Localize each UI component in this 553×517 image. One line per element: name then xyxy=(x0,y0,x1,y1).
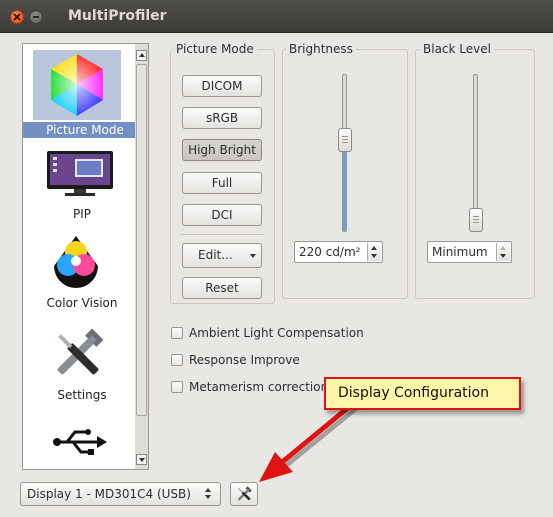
display-configuration-callout: Display Configuration xyxy=(324,377,521,410)
monitor-icon xyxy=(47,151,113,196)
response-improve-label: Response Improve xyxy=(189,353,300,367)
sidebar-item-label: PIP xyxy=(72,207,91,221)
edit-dropdown-button[interactable]: Edit... xyxy=(182,243,262,268)
ambient-light-label: Ambient Light Compensation xyxy=(189,326,364,340)
sidebar-item-picture-mode[interactable]: Picture Mode xyxy=(23,44,147,139)
brightness-spinbox[interactable]: 220 cd/m² xyxy=(294,241,383,263)
window-title: MultiProfiler xyxy=(68,8,167,24)
sidebar-item-label: Color Vision xyxy=(46,296,118,310)
color-hexagon-icon xyxy=(51,54,103,116)
brightness-slider-track[interactable] xyxy=(342,74,347,232)
sidebar-item-usb[interactable] xyxy=(23,412,141,462)
select-arrows-icon xyxy=(205,488,213,500)
sidebar-item-pip[interactable]: PIP xyxy=(23,144,141,224)
scroll-down-arrow-icon[interactable] xyxy=(136,454,147,465)
brightness-title: Brightness xyxy=(286,42,356,56)
sidebar-item-label: Settings xyxy=(57,388,107,402)
sidebar-item-color-vision[interactable]: Color Vision xyxy=(23,232,141,314)
display-select-value: Display 1 - MD301C4 (USB) xyxy=(27,487,191,501)
sidebar-item-settings[interactable]: Settings xyxy=(23,322,141,404)
group-separator xyxy=(180,234,264,235)
response-improve-checkbox[interactable] xyxy=(171,354,183,366)
color-vision-icon xyxy=(54,236,98,288)
spin-arrows-icon[interactable] xyxy=(367,243,381,261)
scrollbar-thumb[interactable] xyxy=(136,64,147,416)
black-level-title: Black Level xyxy=(420,42,494,56)
mode-button-srgb[interactable]: sRGB xyxy=(182,107,262,129)
chevron-down-icon xyxy=(250,254,256,258)
spin-arrows-icon[interactable] xyxy=(496,243,510,261)
annotation-arrow-icon xyxy=(259,400,361,482)
display-configuration-button[interactable] xyxy=(230,482,258,506)
ambient-light-checkbox[interactable] xyxy=(171,327,183,339)
title-bar: MultiProfiler xyxy=(0,0,553,33)
mode-button-dci[interactable]: DCI xyxy=(182,204,262,226)
edit-label: Edit... xyxy=(198,248,233,262)
usb-icon xyxy=(53,429,107,455)
metamerism-checkbox[interactable] xyxy=(171,381,183,393)
brightness-value: 220 cd/m² xyxy=(299,245,361,259)
scroll-up-arrow-icon[interactable] xyxy=(136,50,147,61)
close-window-button[interactable] xyxy=(10,10,24,24)
picture-mode-title: Picture Mode xyxy=(173,42,257,56)
brightness-slider-fill xyxy=(343,140,346,231)
minimize-window-button[interactable] xyxy=(29,10,43,24)
black-level-spinbox[interactable]: Minimum xyxy=(427,241,512,263)
display-select[interactable]: Display 1 - MD301C4 (USB) xyxy=(20,482,221,506)
metamerism-label: Metamerism correction xyxy=(189,380,329,394)
mode-button-dicom[interactable]: DICOM xyxy=(182,75,262,97)
tools-icon xyxy=(237,486,252,501)
sidebar: Picture Mode PIP Color Vision Settings xyxy=(22,43,149,470)
tools-icon xyxy=(57,328,104,375)
mode-button-full[interactable]: Full xyxy=(182,172,262,194)
mode-button-high-bright[interactable]: High Bright xyxy=(182,139,262,161)
sidebar-scrollbar[interactable] xyxy=(135,43,149,470)
reset-button[interactable]: Reset xyxy=(182,277,262,299)
black-level-value: Minimum xyxy=(432,245,488,259)
brightness-slider-handle[interactable] xyxy=(338,127,352,152)
black-level-slider-handle[interactable] xyxy=(469,208,483,232)
sidebar-item-label: Picture Mode xyxy=(23,122,147,138)
